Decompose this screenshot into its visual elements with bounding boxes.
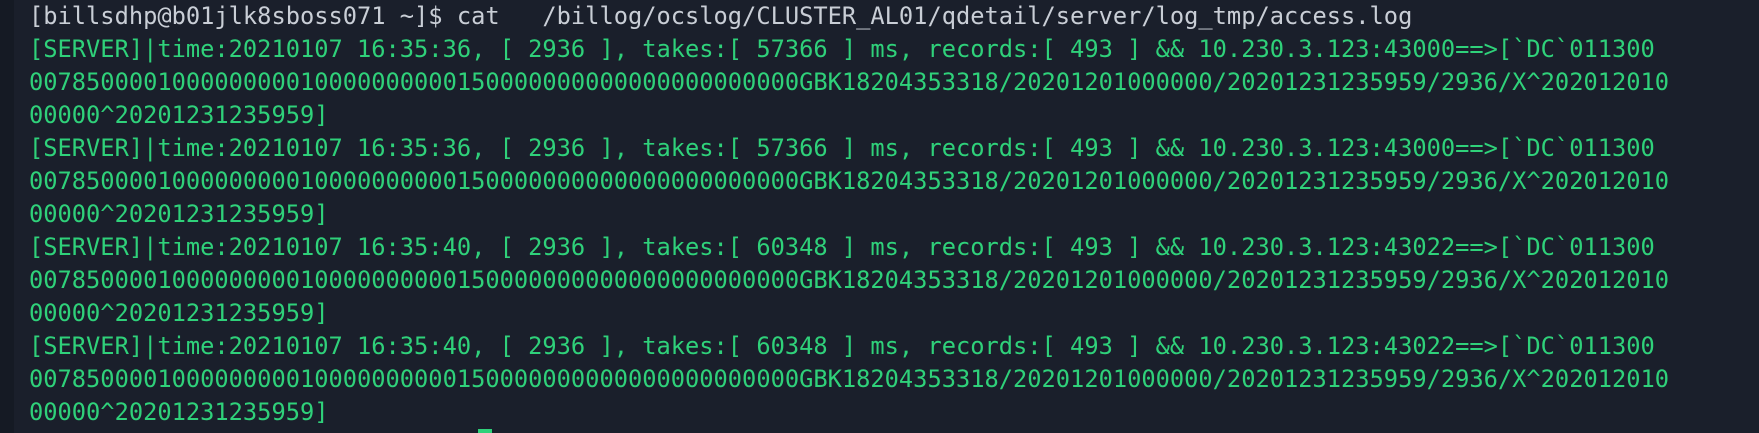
terminal-output[interactable]: [billsdhp@b01jlk8sboss071 ~]$ cat /billo…: [29, 0, 1749, 433]
log-line: 0078500001000000000100000000001500000000…: [29, 365, 1670, 393]
log-line: 0078500001000000000100000000001500000000…: [29, 167, 1670, 195]
log-line: [SERVER]|time:20210107 16:35:40, [ 2936 …: [29, 332, 1655, 360]
log-line: 0078500001000000000100000000001500000000…: [29, 266, 1670, 294]
shell-prompt-line: [billsdhp@b01jlk8sboss071 ~]$ cat /billo…: [29, 2, 1413, 30]
log-line: 00000^20201231235959]: [29, 398, 329, 426]
log-line: 00000^20201231235959]: [29, 101, 329, 129]
log-line: [SERVER]|time:20210107 16:35:40, [ 2936 …: [29, 233, 1655, 261]
terminal-gutter: [0, 0, 14, 433]
log-line: 0078500001000000000100000000001500000000…: [29, 68, 1670, 96]
log-line: 00000^20201231235959]: [29, 200, 329, 228]
log-line: [SERVER]|time:20210107 16:35:36, [ 2936 …: [29, 134, 1655, 162]
log-line: 00000^20201231235959]: [29, 299, 329, 327]
log-line: [SERVER]|time:20210107 16:35:36, [ 2936 …: [29, 35, 1655, 63]
text-cursor: [478, 429, 492, 433]
